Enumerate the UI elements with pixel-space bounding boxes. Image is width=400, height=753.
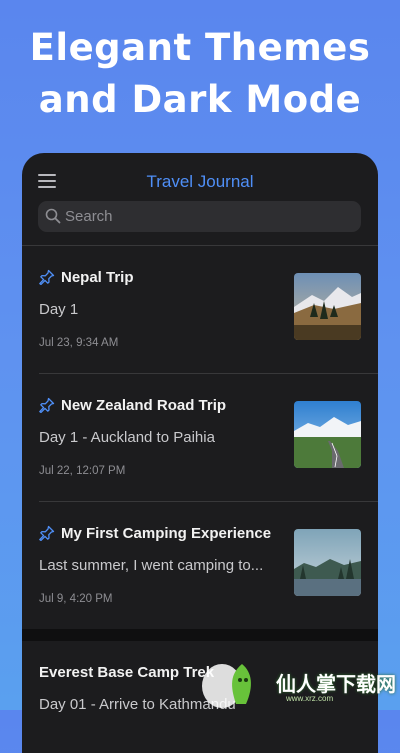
entry-title: New Zealand Road Trip [61,396,227,414]
entry-preview: Day 1 [39,301,79,318]
search-icon [45,208,61,224]
nav-title: Travel Journal [146,172,254,191]
entry-date: Jul 23, 9:34 AM [39,337,119,349]
watermark-url: www.xrz.com [286,694,334,703]
lake-forest-photo[interactable] [294,529,361,596]
watermark-text: 仙人掌下载网 [276,672,396,696]
entry-title: My First Camping Experience [61,524,272,542]
entry-date: Jul 22, 12:07 PM [39,465,126,477]
promo-headline: Elegant Themes and Dark Mode [0,22,400,126]
watermark-logo: 仙人掌下载网 www.xrz.com [200,656,400,710]
promo-line-2: and Dark Mode [38,78,362,121]
mountain-road-photo[interactable] [294,401,361,468]
pin-icon [39,397,55,413]
section-gap [22,629,378,641]
search-bar[interactable] [38,201,361,232]
journal-entry[interactable]: New Zealand Road Trip Day 1 - Auckland t… [22,374,378,502]
entry-title-row: My First Camping Experience [39,522,271,544]
entry-title-row: New Zealand Road Trip [39,394,226,416]
pin-icon [39,269,55,285]
entry-title-row: Everest Base Camp Trek [39,661,214,683]
search-input[interactable] [65,201,345,232]
pin-icon [39,525,55,541]
promo-line-1: Elegant Themes [29,26,371,69]
entry-title: Nepal Trip [61,268,134,286]
entry-preview: Day 1 - Auckland to Paihia [39,429,215,446]
entry-title: Everest Base Camp Trek [39,663,215,681]
journal-entry[interactable]: Nepal Trip Day 1 Jul 23, 9:34 AM [22,246,378,374]
journal-entry[interactable]: My First Camping Experience Last summer,… [22,502,378,630]
entry-date: Jul 9, 4:20 PM [39,593,113,605]
entry-title-row: Nepal Trip [39,266,134,288]
entry-preview: Last summer, I went camping to... [39,557,264,574]
mountain-forest-photo[interactable] [294,273,361,340]
